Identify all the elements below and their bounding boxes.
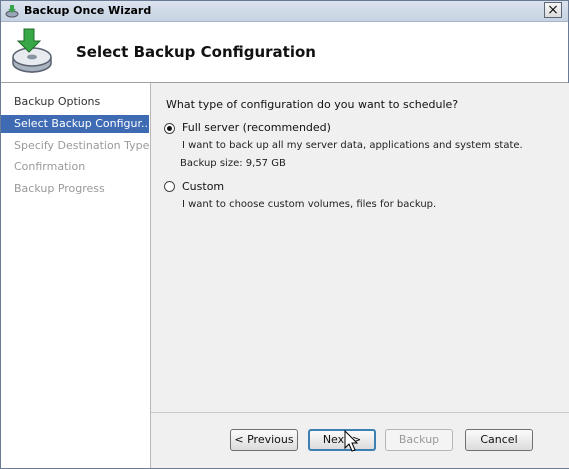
- close-icon: ×: [547, 2, 559, 18]
- previous-button[interactable]: < Previous: [230, 429, 298, 451]
- backup-size-text: Backup size: 9,57 GB: [180, 158, 286, 169]
- title-bar[interactable]: Backup Once Wizard ×: [1, 1, 568, 22]
- backup-disk-icon: [12, 28, 52, 73]
- custom-label[interactable]: Custom: [182, 180, 224, 193]
- nav-step-select-backup-configuration[interactable]: Select Backup Configur...: [1, 115, 149, 133]
- wizard-steps-nav: Backup Options Select Backup Configur...…: [1, 83, 149, 468]
- close-button[interactable]: ×: [544, 2, 562, 18]
- wizard-content: What type of configuration do you want t…: [150, 83, 569, 468]
- button-bar: < Previous Next > Backup Cancel: [151, 412, 569, 469]
- wizard-header: Select Backup Configuration: [1, 22, 568, 83]
- full-server-description: I want to back up all my server data, ap…: [182, 140, 523, 151]
- next-button[interactable]: Next >: [308, 429, 376, 451]
- custom-radio[interactable]: [164, 181, 175, 192]
- configuration-question: What type of configuration do you want t…: [166, 98, 459, 111]
- backup-app-icon: [5, 5, 19, 18]
- wizard-window: Backup Once Wizard × Select Backup Confi…: [0, 0, 569, 469]
- backup-button: Backup: [385, 429, 453, 451]
- full-server-radio[interactable]: [164, 123, 175, 134]
- full-server-label[interactable]: Full server (recommended): [182, 121, 331, 134]
- nav-step-backup-options[interactable]: Backup Options: [1, 93, 149, 111]
- mouse-pointer-icon: [344, 430, 359, 452]
- cancel-button[interactable]: Cancel: [465, 429, 533, 451]
- nav-step-backup-progress: Backup Progress: [14, 182, 105, 195]
- nav-step-confirmation: Confirmation: [14, 160, 86, 173]
- page-title: Select Backup Configuration: [76, 43, 316, 61]
- custom-description: I want to choose custom volumes, files f…: [182, 199, 437, 210]
- window-title: Backup Once Wizard: [24, 4, 152, 17]
- nav-step-specify-destination-type: Specify Destination Type: [14, 139, 149, 152]
